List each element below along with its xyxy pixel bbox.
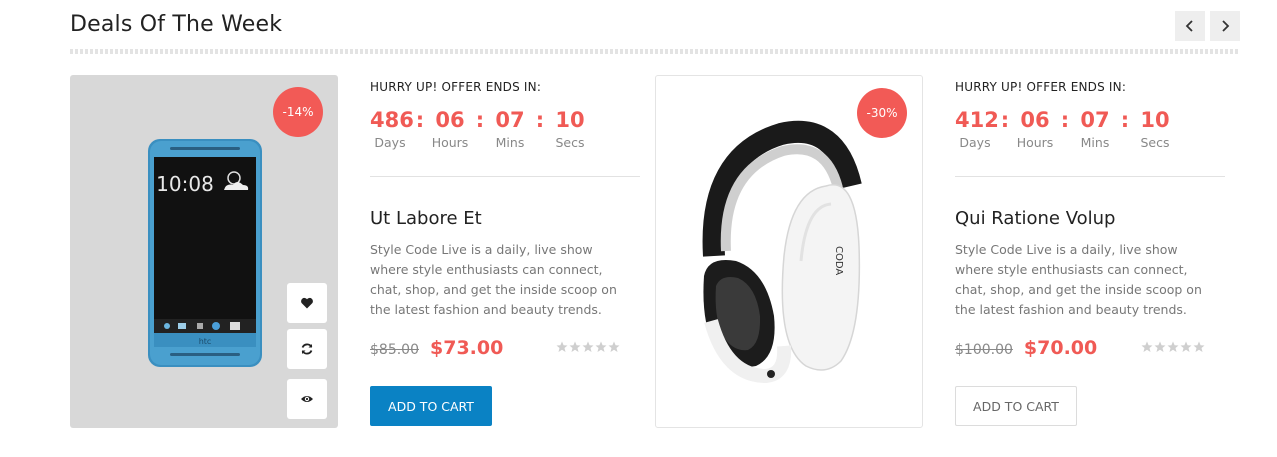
rating-stars <box>556 341 620 353</box>
info-divider <box>955 176 1225 177</box>
countdown-separator: : <box>1060 108 1070 132</box>
old-price: $100.00 <box>955 342 1013 358</box>
countdown-hours: 06 Hours <box>1015 108 1055 150</box>
product-description: Style Code Live is a daily, live show wh… <box>955 242 1202 317</box>
chevron-right-icon <box>1222 20 1230 32</box>
deal-info: HURRY UP! OFFER ENDS IN: 486 Days : 06 H… <box>370 80 640 426</box>
next-button[interactable] <box>1210 11 1240 41</box>
headphone-brand: CODA <box>833 246 844 275</box>
countdown-secs-label: Secs <box>555 135 585 150</box>
countdown-days-label: Days <box>374 135 406 150</box>
phone-brand: htc <box>199 337 212 346</box>
star-icon <box>1193 341 1205 352</box>
countdown-secs-value: 10 <box>1140 108 1170 132</box>
wishlist-button[interactable] <box>287 283 327 323</box>
countdown-days: 412 Days <box>955 108 999 150</box>
countdown-hours: 06 Hours <box>430 108 470 150</box>
star-icon <box>1167 341 1179 352</box>
countdown-hours-value: 06 <box>435 108 465 132</box>
star-icon <box>556 341 568 352</box>
countdown-secs-value: 10 <box>555 108 585 132</box>
countdown-mins-value: 07 <box>1080 108 1110 132</box>
star-icon <box>1141 341 1153 352</box>
countdown-mins-label: Mins <box>1080 135 1110 150</box>
star-icon <box>608 341 620 352</box>
new-price: $70.00 <box>1023 337 1098 359</box>
star-icon <box>595 341 607 352</box>
product-name[interactable]: Ut Labore Et <box>370 208 640 229</box>
countdown-separator: : <box>475 108 485 132</box>
countdown-days-label: Days <box>959 135 991 150</box>
product-name[interactable]: Qui Ratione Volup <box>955 208 1225 229</box>
countdown-mins: 07 Mins <box>1075 108 1115 150</box>
countdown-days-value: 486 <box>370 108 414 132</box>
countdown-mins-value: 07 <box>495 108 525 132</box>
eye-icon <box>301 396 313 402</box>
countdown-mins-label: Mins <box>495 135 525 150</box>
countdown-separator: : <box>1000 108 1010 132</box>
countdown-secs: 10 Secs <box>550 108 590 150</box>
countdown-separator: : <box>535 108 545 132</box>
offer-ends-label: HURRY UP! OFFER ENDS IN: <box>955 80 1127 94</box>
deal-info: HURRY UP! OFFER ENDS IN: 412 Days : 06 H… <box>955 80 1225 426</box>
info-divider <box>370 176 640 177</box>
quick-view-button[interactable] <box>287 379 327 419</box>
new-price: $73.00 <box>430 337 504 359</box>
countdown-separator: : <box>415 108 425 132</box>
heart-icon <box>301 297 313 309</box>
countdown-timer: 412 Days : 06 Hours : 07 Mins : 10 Secs <box>955 108 1225 154</box>
countdown-hours-label: Hours <box>431 135 469 150</box>
price-row: $85.00 $73.00 <box>370 337 640 359</box>
countdown-secs-label: Secs <box>1140 135 1170 150</box>
discount-badge: -14% <box>273 87 323 137</box>
section-title: Deals Of The Week <box>70 12 283 37</box>
offer-ends-label: HURRY UP! OFFER ENDS IN: <box>370 80 542 94</box>
countdown-hours-value: 06 <box>1020 108 1050 132</box>
product-image-headphones[interactable]: CODA -30% <box>655 75 923 428</box>
phone-time: 10:08 <box>156 172 214 196</box>
price-row: $100.00 $70.00 <box>955 337 1225 359</box>
countdown-hours-label: Hours <box>1016 135 1054 150</box>
countdown-days: 486 Days <box>370 108 414 150</box>
old-price: $85.00 <box>370 342 419 358</box>
title-divider <box>70 49 1240 54</box>
add-to-cart-button[interactable]: ADD TO CART <box>370 386 492 426</box>
countdown-secs: 10 Secs <box>1135 108 1175 150</box>
prev-button[interactable] <box>1175 11 1205 41</box>
countdown-separator: : <box>1120 108 1130 132</box>
discount-badge: -30% <box>857 88 907 138</box>
add-to-cart-button[interactable]: ADD TO CART <box>955 386 1077 426</box>
product-image-phone[interactable]: 10:08 htc -14% <box>70 75 338 428</box>
chevron-left-icon <box>1185 20 1193 32</box>
star-icon <box>582 341 594 352</box>
product-description: Style Code Live is a daily, live show wh… <box>370 242 617 317</box>
countdown-timer: 486 Days : 06 Hours : 07 Mins : 10 Secs <box>370 108 640 154</box>
countdown-mins: 07 Mins <box>490 108 530 150</box>
star-icon <box>569 341 581 352</box>
star-icon <box>1154 341 1166 352</box>
refresh-icon <box>301 343 313 355</box>
compare-button[interactable] <box>287 329 327 369</box>
star-icon <box>1180 341 1192 352</box>
rating-stars <box>1141 341 1205 353</box>
countdown-days-value: 412 <box>955 108 999 132</box>
